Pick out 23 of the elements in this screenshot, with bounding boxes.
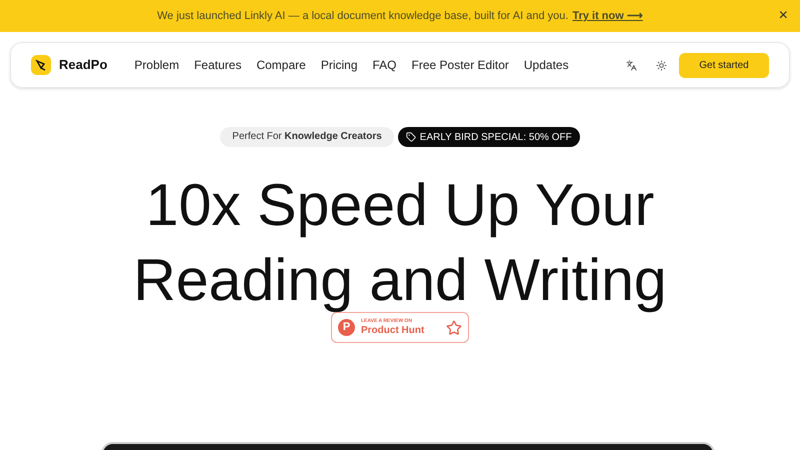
hero-heading: Reading and Writing bbox=[133, 246, 667, 315]
close-button[interactable]: × bbox=[778, 4, 788, 28]
star-icon bbox=[446, 320, 462, 336]
logo-icon bbox=[31, 55, 51, 75]
product-hunt-logo: P bbox=[338, 319, 355, 336]
nav-link[interactable]: Updates bbox=[524, 56, 569, 74]
brand-name: ReadPo bbox=[59, 56, 108, 74]
get-started-button[interactable]: Get started bbox=[679, 52, 769, 78]
hero-heading: 10x Speed Up Your bbox=[146, 171, 654, 240]
nav-link[interactable]: Problem bbox=[134, 56, 180, 74]
language-icon[interactable] bbox=[626, 60, 637, 70]
nav-link[interactable]: Compare bbox=[256, 56, 306, 74]
promo-badge: EARLY BIRD SPECIAL: 50% OFF bbox=[398, 127, 580, 147]
announcement-text: We just launched Linkly AI — a local document knowledge base, built for AI and you. bbox=[157, 8, 568, 24]
nav-link[interactable]: Features bbox=[194, 56, 242, 74]
nav-link[interactable]: FAQ bbox=[372, 56, 397, 74]
nav-link[interactable]: Free Poster Editor bbox=[412, 56, 509, 74]
nav-link[interactable]: Pricing bbox=[320, 56, 358, 74]
audience-badge: Perfect For Knowledge Creators bbox=[220, 127, 394, 147]
tag-icon bbox=[406, 132, 416, 142]
theme-icon[interactable] bbox=[656, 60, 667, 70]
try-it-link[interactable]: Try it now ⟶ bbox=[572, 8, 643, 24]
product-hunt-name: Product Hunt bbox=[361, 325, 424, 337]
